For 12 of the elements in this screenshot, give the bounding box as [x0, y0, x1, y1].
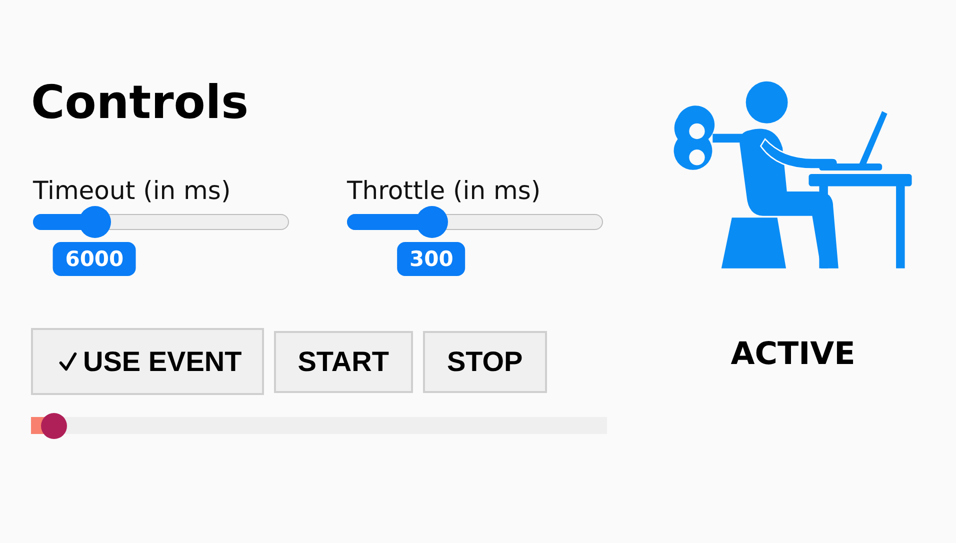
status-text: ACTIVE: [730, 336, 856, 372]
use-event-toggle[interactable]: USE EVENT: [31, 328, 264, 395]
check-icon: [59, 352, 77, 372]
value-badge: 300: [398, 242, 466, 276]
action-button[interactable]: START: [274, 330, 413, 392]
action-button[interactable]: STOP: [422, 330, 547, 392]
slider-label: Timeout (in ms): [33, 176, 231, 206]
slider-thumb[interactable]: [79, 206, 112, 238]
value-badge: 6000: [53, 242, 136, 276]
slider-thumb[interactable]: [416, 206, 448, 238]
slider-label: Throttle (in ms): [347, 176, 541, 206]
heading: Controls: [31, 74, 249, 131]
